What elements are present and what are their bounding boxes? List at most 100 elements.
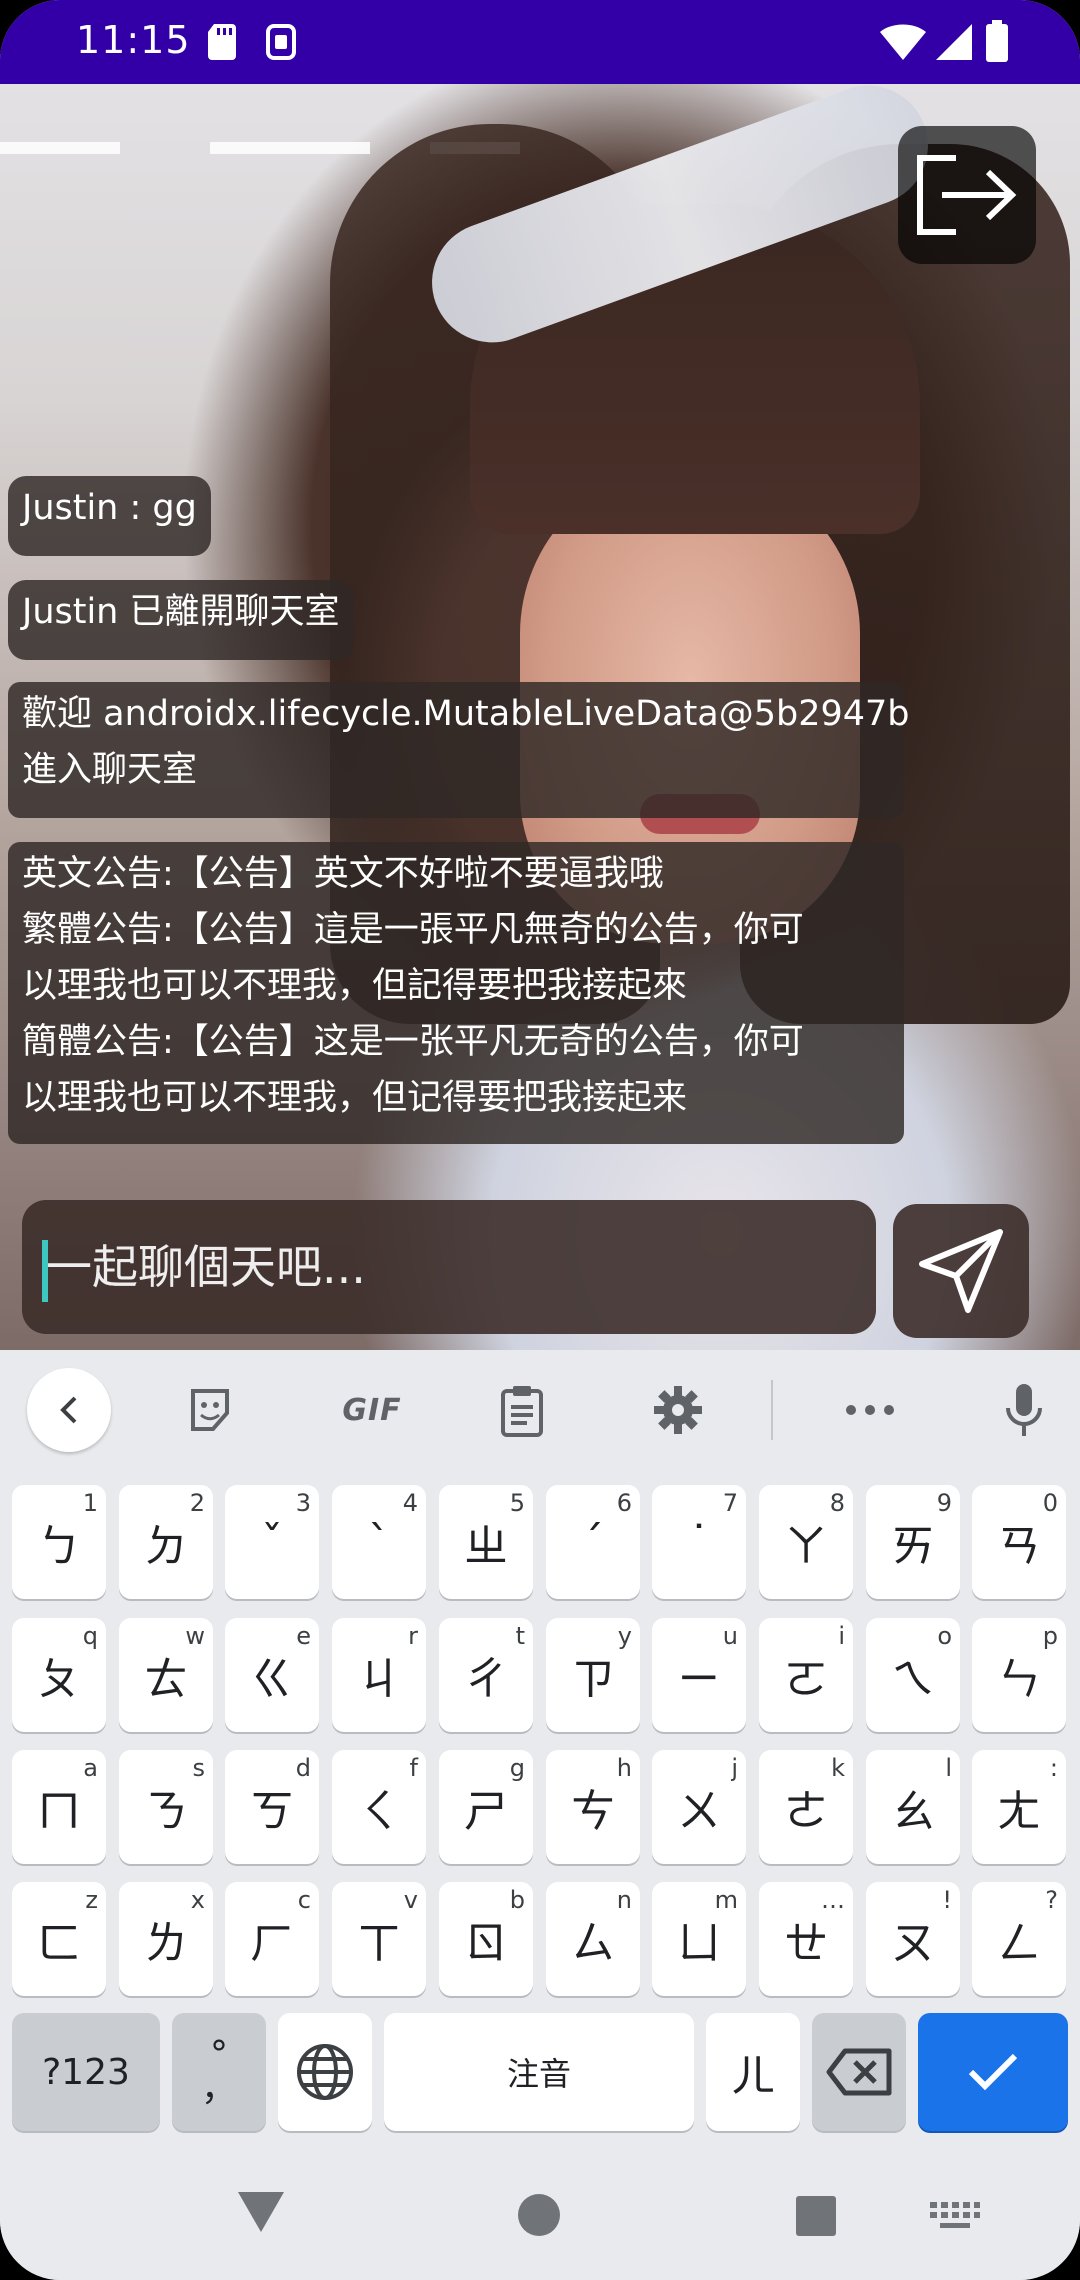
chat-message-line: 英文公告:【公告】英文不好啦不要逼我哦: [22, 854, 664, 894]
er-key[interactable]: ㄦ: [706, 2013, 800, 2131]
key-hint: 7: [722, 1489, 738, 1517]
keyboard-key[interactable]: ㄢ0: [972, 1485, 1066, 1599]
keyboard-key[interactable]: ㄩm: [652, 1882, 746, 1996]
keyboard-key[interactable]: ㄝ…: [759, 1882, 853, 1996]
keyboard-key[interactable]: ㄠl: [866, 1750, 960, 1864]
keyboard-key[interactable]: ㄡ!: [866, 1882, 960, 1996]
keyboard-key[interactable]: ㄒv: [332, 1882, 426, 1996]
chat-input-container[interactable]: [22, 1200, 876, 1334]
key-label: ㄟ: [891, 1654, 935, 1705]
punctuation-key[interactable]: ° ，: [172, 2013, 266, 2131]
key-label: ㄊ: [144, 1654, 188, 1705]
key-hint: 1: [82, 1489, 98, 1517]
chat-message-line: 歡迎 androidx.lifecycle.MutableLiveData@5b…: [22, 694, 910, 734]
keyboard-switch-icon[interactable]: [930, 2202, 980, 2234]
keyboard-key[interactable]: ㄜk: [759, 1750, 853, 1864]
keyboard-back-button[interactable]: [27, 1368, 111, 1452]
keyboard-key[interactable]: ㄍe: [225, 1618, 319, 1732]
gif-label: GIF: [342, 1392, 402, 1428]
chevron-left-icon: [60, 1396, 77, 1424]
keyboard-key[interactable]: ㄔt: [439, 1618, 533, 1732]
keyboard-key[interactable]: ㄞ9: [866, 1485, 960, 1599]
keyboard-key[interactable]: ㄐr: [332, 1618, 426, 1732]
sticker-button[interactable]: [168, 1368, 252, 1452]
exit-button[interactable]: [898, 126, 1036, 264]
key-hint: a: [83, 1754, 98, 1782]
keyboard-key[interactable]: ˋ4: [332, 1485, 426, 1599]
toolbar-divider: [771, 1380, 773, 1440]
keyboard-key[interactable]: ㄊw: [119, 1618, 213, 1732]
keyboard-key[interactable]: ˙ 7: [652, 1485, 746, 1599]
nav-recents-icon[interactable]: [796, 2196, 836, 2236]
clipboard-icon: [501, 1386, 543, 1437]
video-decor: [0, 142, 120, 154]
keyboard-key[interactable]: ㄈz: [12, 1882, 106, 1996]
keyboard-toolbar: GIF: [0, 1350, 1080, 1470]
announcement-message: 英文公告:【公告】英文不好啦不要逼我哦 繁體公告:【公告】這是一張平凡無奇的公告…: [8, 842, 904, 1144]
more-button[interactable]: [828, 1368, 912, 1452]
keyboard-key[interactable]: ㄚ8: [759, 1485, 853, 1599]
clipboard-button[interactable]: [480, 1368, 564, 1452]
keyboard-key[interactable]: ㄨj: [652, 1750, 746, 1864]
keyboard-key[interactable]: ㄘh: [546, 1750, 640, 1864]
voice-input-button[interactable]: [982, 1368, 1066, 1452]
key-hint: m: [714, 1886, 738, 1914]
keyboard-key[interactable]: ㄑf: [332, 1750, 426, 1864]
sd-card-icon: [208, 24, 236, 60]
keyboard-key[interactable]: ㄖb: [439, 1882, 533, 1996]
keyboard-key[interactable]: ˊ6: [546, 1485, 640, 1599]
gif-button[interactable]: GIF: [322, 1368, 422, 1452]
keyboard-key[interactable]: ㄉ2: [119, 1485, 213, 1599]
sticker-icon: [191, 1389, 229, 1431]
key-label: ㄅ: [37, 1521, 81, 1572]
keyboard-key[interactable]: ㄏc: [225, 1882, 319, 1996]
keyboard-key[interactable]: ㄓ5: [439, 1485, 533, 1599]
mic-icon: [1006, 1384, 1042, 1436]
space-key[interactable]: 注音: [384, 2013, 694, 2131]
nav-back-icon[interactable]: [236, 2190, 286, 2234]
keyboard-settings-button[interactable]: [636, 1368, 720, 1452]
key-label: ㄍ: [250, 1654, 294, 1705]
key-label: ㄌ: [144, 1918, 188, 1969]
key-hint: ?: [1045, 1886, 1058, 1914]
more-icon: [846, 1405, 894, 1415]
key-hint: r: [408, 1622, 418, 1650]
key-label: ㄎ: [250, 1786, 294, 1837]
key-label: ㄜ: [784, 1786, 828, 1837]
keyboard-key[interactable]: ㄛi: [759, 1618, 853, 1732]
keyboard-key[interactable]: ㄣp: [972, 1618, 1066, 1732]
language-key[interactable]: [278, 2013, 372, 2131]
keyboard-key[interactable]: ㄤ:: [972, 1750, 1066, 1864]
key-label: ㄒ: [357, 1918, 401, 1969]
keyboard-key[interactable]: ㄙn: [546, 1882, 640, 1996]
symbols-key-label: ?123: [42, 2051, 130, 2093]
keyboard-key[interactable]: ㄟo: [866, 1618, 960, 1732]
keyboard-key[interactable]: ㄕg: [439, 1750, 533, 1864]
enter-key[interactable]: [918, 2013, 1068, 2131]
keyboard-key[interactable]: ㄋs: [119, 1750, 213, 1864]
key-label: ㄉ: [144, 1521, 188, 1572]
gear-icon: [654, 1386, 702, 1434]
key-hint: !: [942, 1886, 952, 1914]
keyboard-key[interactable]: ㄅ1: [12, 1485, 106, 1599]
key-hint: s: [192, 1754, 205, 1782]
symbols-key[interactable]: ?123: [12, 2013, 160, 2131]
key-label: ㄧ: [677, 1654, 721, 1705]
key-label: ㄝ: [784, 1918, 828, 1969]
nav-home-icon[interactable]: [518, 2194, 560, 2236]
keyboard-key[interactable]: ㄧu: [652, 1618, 746, 1732]
chat-input[interactable]: [22, 1200, 876, 1334]
keyboard-key[interactable]: ㄆq: [12, 1618, 106, 1732]
keyboard-key[interactable]: ˇ3: [225, 1485, 319, 1599]
key-label: ㄋ: [144, 1786, 188, 1837]
key-label: ㄖ: [464, 1918, 508, 1969]
send-button[interactable]: [893, 1204, 1029, 1338]
keyboard-key[interactable]: ㄗy: [546, 1618, 640, 1732]
backspace-key[interactable]: [812, 2013, 906, 2131]
key-hint: 4: [402, 1489, 418, 1517]
keyboard-key[interactable]: ㄎd: [225, 1750, 319, 1864]
keyboard-key[interactable]: ㄇa: [12, 1750, 106, 1864]
keyboard-key[interactable]: ㄌx: [119, 1882, 213, 1996]
er-key-label: ㄦ: [731, 2051, 775, 2102]
keyboard-key[interactable]: ㄥ?: [972, 1882, 1066, 1996]
